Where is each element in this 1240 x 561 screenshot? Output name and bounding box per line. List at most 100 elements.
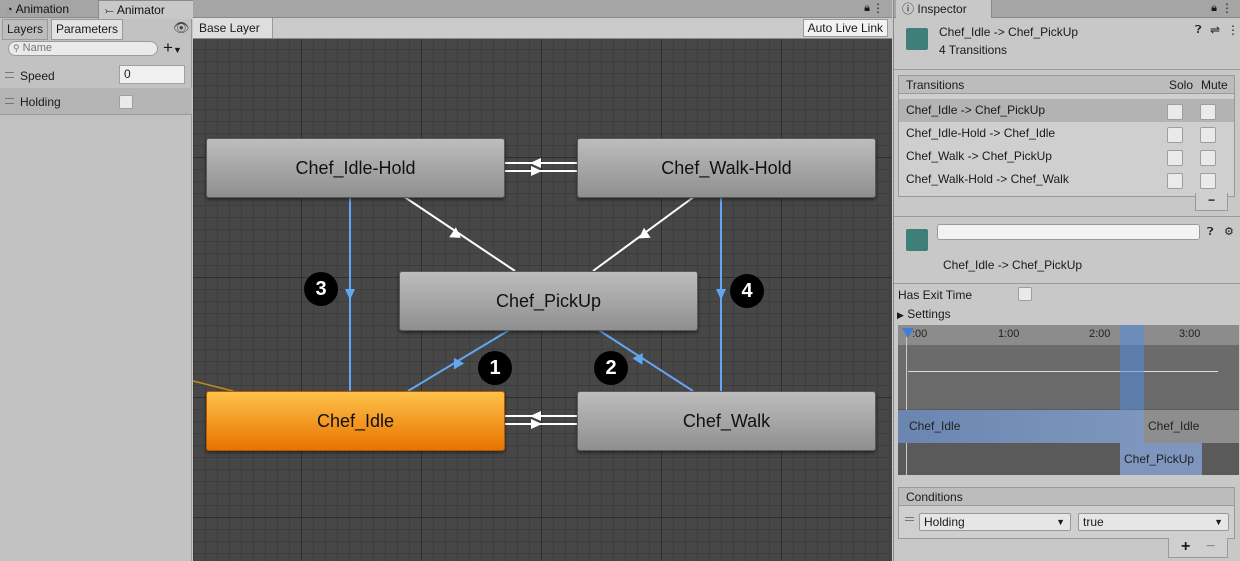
- tab-parameters[interactable]: Parameters: [51, 19, 124, 40]
- mute-checkbox[interactable]: [1200, 127, 1216, 143]
- transition-line[interactable]: [402, 195, 516, 272]
- arrow-head: [453, 357, 465, 370]
- auto-live-link-button[interactable]: Auto Live Link: [802, 19, 888, 37]
- help-icon[interactable]: ❓︎: [1207, 226, 1214, 239]
- transition-label: Chef_Idle-Hold -> Chef_Idle: [906, 126, 1056, 140]
- solo-checkbox[interactable]: [1167, 104, 1183, 120]
- search-placeholder: Name: [22, 42, 52, 54]
- tick-label: :00: [912, 328, 928, 340]
- divider: [894, 283, 1240, 284]
- parameter-name: Holding: [20, 95, 61, 109]
- tab-layers[interactable]: Layers: [2, 19, 49, 40]
- state-chef-pickup[interactable]: Chef_PickUp: [399, 271, 698, 331]
- solo-header: Solo: [1169, 78, 1194, 92]
- inspector-subtitle: 4 Transitions: [939, 43, 1008, 57]
- add-condition-button[interactable]: +: [1181, 538, 1190, 556]
- remove-transition-button[interactable]: −: [1195, 193, 1228, 211]
- drag-handle-icon[interactable]: [905, 517, 914, 521]
- gear-icon[interactable]: ⚙: [1224, 225, 1234, 238]
- presets-icon[interactable]: ⇌: [1210, 23, 1220, 37]
- window-tabbar: ◔ Animation ⤚ Animator: [0, 0, 202, 19]
- state-chef-walk-hold[interactable]: Chef_Walk-Hold: [577, 138, 876, 198]
- transition-row[interactable]: Chef_Idle -> Chef_PickUp: [899, 99, 1234, 122]
- state-chef-walk[interactable]: Chef_Walk: [577, 391, 876, 451]
- tab-inspector[interactable]: ⓘ Inspector: [896, 0, 992, 18]
- state-machine-graph[interactable]: Chef_Idle-Hold Chef_Walk-Hold Chef_PickU…: [193, 39, 892, 561]
- eye-icon[interactable]: 👁: [173, 20, 190, 36]
- arrow-head: [632, 353, 643, 365]
- remove-condition-button[interactable]: −: [1206, 538, 1215, 556]
- condition-value: true: [1083, 515, 1104, 529]
- mute-header: Mute: [1201, 78, 1228, 92]
- marker-1: 1: [478, 351, 512, 385]
- chevron-right-icon: ▶: [897, 310, 904, 320]
- transition-label: Chef_Walk-Hold -> Chef_Walk: [906, 172, 1069, 186]
- divider: [894, 216, 1240, 217]
- mute-checkbox[interactable]: [1200, 104, 1216, 120]
- transition-row[interactable]: Chef_Walk-Hold -> Chef_Walk: [899, 168, 1234, 191]
- breadcrumb[interactable]: Base Layer: [193, 18, 273, 38]
- transition-label: Chef_Idle -> Chef_PickUp: [906, 103, 1046, 117]
- curve-line: [908, 371, 1218, 372]
- tab-animator-label: Animator: [116, 3, 165, 17]
- info-icon: ⓘ: [902, 2, 915, 16]
- state-chef-idle-hold[interactable]: Chef_Idle-Hold: [206, 138, 505, 198]
- lock-icon[interactable]: 🔒︎: [1211, 2, 1217, 15]
- condition-value-dropdown[interactable]: true ▼: [1078, 513, 1229, 531]
- transition-icon: [906, 229, 928, 251]
- solo-checkbox[interactable]: [1167, 150, 1183, 166]
- parameter-row-holding[interactable]: Holding: [0, 88, 192, 114]
- parameter-name: Speed: [20, 69, 55, 83]
- dest-clip-label: Chef_PickUp: [1124, 452, 1195, 466]
- transition-label: Chef_Walk -> Chef_PickUp: [906, 149, 1052, 163]
- solo-checkbox[interactable]: [1167, 127, 1183, 143]
- has-exit-time-checkbox[interactable]: [1018, 287, 1032, 301]
- inspector-panel: ⓘ Inspector 🔒︎ ⋮ Chef_Idle -> Chef_PickU…: [893, 0, 1240, 561]
- tick-label: 2:00: [1089, 328, 1111, 340]
- help-icon[interactable]: ❓︎: [1195, 24, 1202, 37]
- curve-area: [898, 345, 1239, 409]
- tick-label: 1:00: [998, 328, 1020, 340]
- solo-checkbox[interactable]: [1167, 173, 1183, 189]
- condition-parameter-dropdown[interactable]: Holding ▼: [919, 513, 1071, 531]
- settings-foldout[interactable]: ▶ Settings: [897, 307, 951, 321]
- mute-checkbox[interactable]: [1200, 173, 1216, 189]
- animator-icon: ⤚: [105, 5, 114, 17]
- drag-handle-icon[interactable]: [5, 98, 14, 104]
- transition-row[interactable]: Chef_Idle-Hold -> Chef_Idle: [899, 122, 1234, 145]
- parameter-search-input[interactable]: ⚲ Name: [8, 41, 158, 56]
- transitions-header-label: Transitions: [906, 78, 965, 92]
- animator-left-panel: ◔ Animation ⤚ Animator Layers Parameters 👁…: [0, 0, 202, 561]
- transition-icon: [906, 28, 928, 50]
- add-parameter-label: +: [163, 38, 173, 57]
- speed-value-field[interactable]: 0: [119, 65, 185, 84]
- transition-row[interactable]: Chef_Walk -> Chef_PickUp: [899, 145, 1234, 168]
- timeline-ruler: :00 1:00 2:00 3:00: [898, 325, 1239, 345]
- transition-name-input[interactable]: [937, 224, 1200, 240]
- playhead-marker-icon[interactable]: [902, 328, 914, 338]
- tick-label: 3:00: [1179, 328, 1201, 340]
- state-chef-idle[interactable]: Chef_Idle: [206, 391, 505, 451]
- more-menu-icon[interactable]: ⋮: [1227, 23, 1239, 37]
- inspector-header: Chef_Idle -> Chef_PickUp 4 Transitions ❓…: [894, 18, 1240, 70]
- more-menu-icon[interactable]: ⋮: [872, 1, 884, 15]
- tab-animator[interactable]: ⤚ Animator: [98, 0, 202, 19]
- transitions-header: Transitions Solo Mute: [899, 76, 1234, 94]
- graph-toolbar: Base Layer Auto Live Link: [193, 18, 892, 39]
- arrow-head: [345, 289, 355, 300]
- transitions-list: Transitions Solo Mute Chef_Idle -> Chef_…: [898, 75, 1235, 197]
- marker-2: 2: [594, 351, 628, 385]
- transition-name-label: Chef_Idle -> Chef_PickUp: [943, 258, 1083, 272]
- playhead-line: [906, 337, 907, 475]
- search-icon: ⚲: [13, 43, 20, 53]
- more-menu-icon[interactable]: ⋮: [1221, 1, 1233, 15]
- lock-icon[interactable]: 🔒︎: [864, 2, 870, 15]
- mute-checkbox[interactable]: [1200, 150, 1216, 166]
- holding-checkbox[interactable]: [119, 95, 133, 109]
- tab-animation-label: Animation: [15, 2, 70, 16]
- source-clip-bar: Chef_Idle: [898, 410, 1144, 443]
- drag-handle-icon[interactable]: [5, 72, 14, 78]
- tab-animation[interactable]: ◔ Animation: [0, 0, 75, 18]
- transition-timeline[interactable]: :00 1:00 2:00 3:00 Chef_Idle Chef_Idle C…: [898, 325, 1239, 475]
- add-parameter-button[interactable]: +▼: [163, 38, 182, 58]
